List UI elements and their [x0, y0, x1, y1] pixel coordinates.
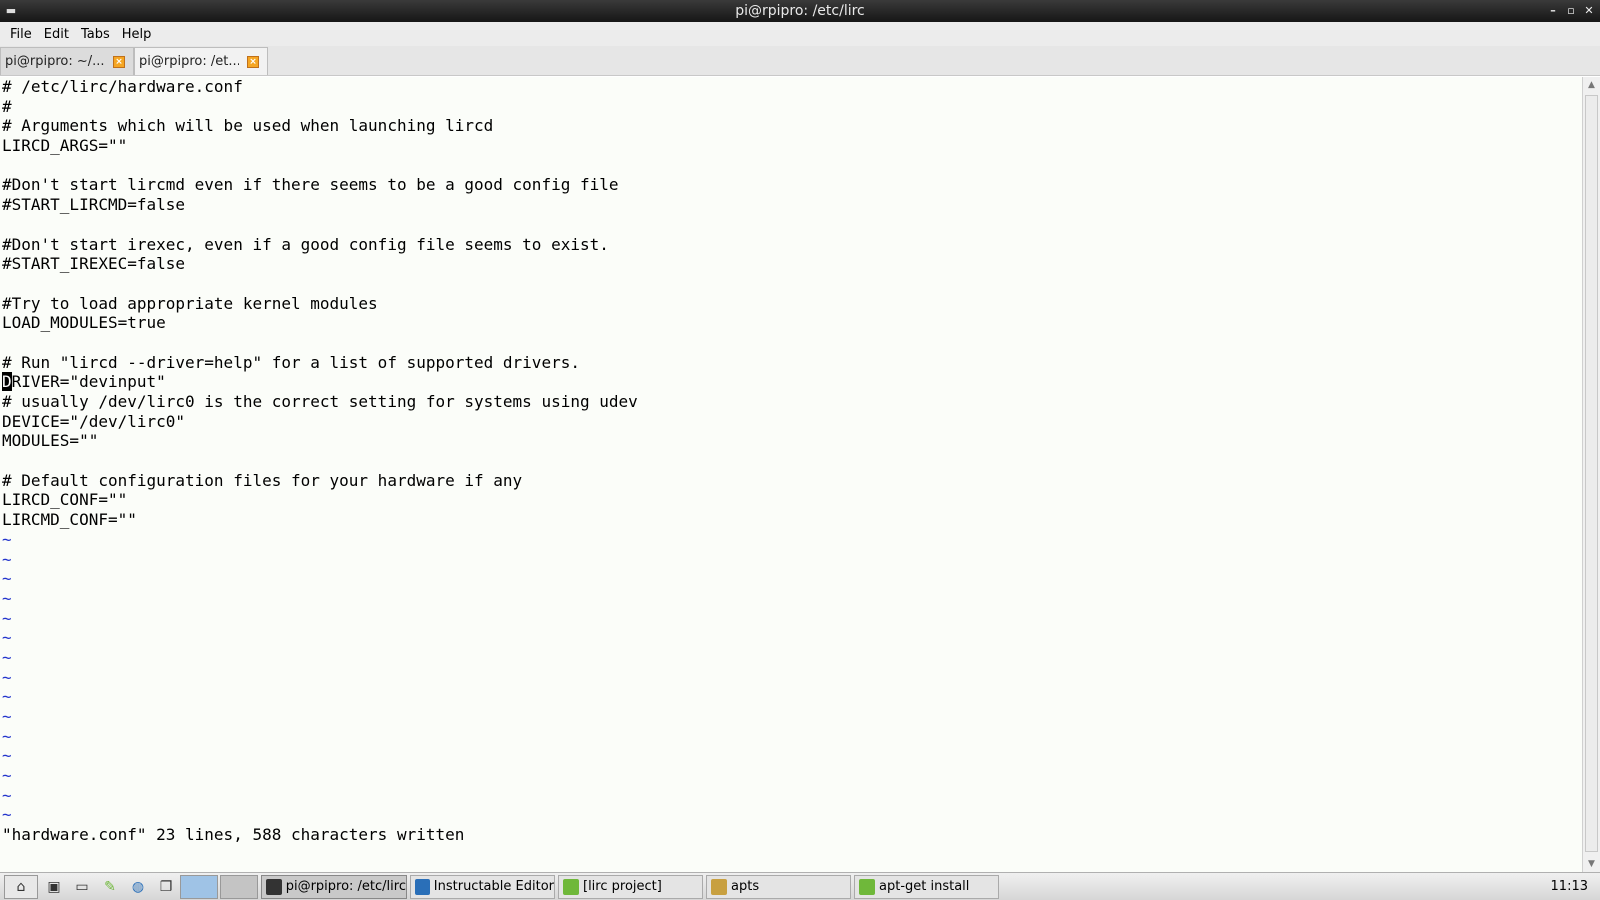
task-label: [lirc project]: [583, 879, 662, 894]
tab-close-icon[interactable]: ×: [113, 56, 125, 68]
terminal-line: # Default configuration files for your h…: [2, 470, 523, 490]
task-label: apt-get install: [879, 879, 970, 894]
terminal-output[interactable]: # /etc/lirc/hardware.conf # # Arguments wh…: [0, 77, 1582, 872]
clock: 11:13: [1550, 879, 1588, 894]
close-icon[interactable]: ✕: [1582, 4, 1596, 18]
terminal-line: # Run "lircd --driver=help" for a list o…: [2, 352, 580, 372]
task-label: pi@rpipro: /etc/lirc: [285, 879, 406, 894]
empty-line-tilde: ~: [2, 766, 12, 786]
tab-bar: pi@rpipro: ~/... × pi@rpipro: /et... ×: [0, 46, 1600, 76]
tab-label: pi@rpipro: /et...: [139, 54, 239, 69]
tab-close-icon[interactable]: ×: [247, 56, 259, 68]
terminal-scrollbar[interactable]: ▲ ▼: [1582, 77, 1600, 872]
taskbar-task[interactable]: Instructable Editor: [410, 874, 555, 899]
empty-line-tilde: ~: [2, 588, 12, 608]
window-controls: – ▫ ✕: [1546, 0, 1596, 22]
task-label: apts: [731, 879, 760, 894]
taskbar-task[interactable]: apt-get install: [854, 874, 999, 899]
tab-label: pi@rpipro: ~/...: [5, 54, 105, 69]
text-cursor: D: [2, 372, 12, 392]
terminal-line: LOAD_MODULES=true: [2, 313, 166, 333]
window-menu-icon[interactable]: ▬: [4, 4, 18, 18]
empty-line-tilde: ~: [2, 628, 12, 648]
task-label: Instructable Editor: [433, 879, 554, 894]
terminal-launcher-icon[interactable]: ▭: [70, 875, 94, 899]
menu-help[interactable]: Help: [116, 27, 158, 42]
terminal-line: #Try to load appropriate kernel modules: [2, 293, 378, 313]
terminal-line: #Don't start lircmd even if there seems …: [2, 175, 619, 195]
empty-line-tilde: ~: [2, 687, 12, 707]
terminal-line: # usually /dev/lirc0 is the correct sett…: [2, 392, 638, 411]
menu-file[interactable]: File: [4, 27, 38, 42]
window-title: pi@rpipro: /etc/lirc: [735, 3, 865, 19]
empty-line-tilde: ~: [2, 569, 12, 589]
empty-line-tilde: ~: [2, 647, 12, 667]
terminal-line: #START_IREXEC=false: [2, 254, 186, 274]
leafpad-icon: [563, 878, 579, 895]
vi-status-line: "hardware.conf" 23 lines, 588 characters…: [2, 825, 465, 845]
terminal-line: LIRCD_CONF="": [2, 490, 128, 510]
terminal-line: # Arguments which will be used when laun…: [2, 116, 494, 136]
terminal-line: #: [2, 96, 12, 116]
browser-icon: [415, 878, 430, 895]
start-menu-icon[interactable]: ⌂: [4, 874, 38, 899]
empty-line-tilde: ~: [2, 785, 12, 805]
menu-edit[interactable]: Edit: [38, 27, 75, 42]
empty-line-tilde: ~: [2, 608, 12, 628]
menu-tabs[interactable]: Tabs: [75, 27, 116, 42]
taskbar: ⌂ ▣ ▭ ✎ ◍ ❐ pi@rpipro: /etc/lirc Instruct…: [0, 872, 1600, 900]
minimize-icon[interactable]: –: [1546, 4, 1560, 18]
leafpad-launcher-icon[interactable]: ✎: [98, 875, 122, 899]
terminal-line: # /etc/lirc/hardware.conf: [2, 77, 243, 96]
empty-line-tilde: ~: [2, 549, 12, 569]
empty-line-tilde: ~: [2, 746, 12, 766]
taskbar-task[interactable]: [lirc project]: [558, 874, 703, 899]
menu-bar: File Edit Tabs Help: [0, 22, 1600, 46]
terminal-line: DRIVER="devinput": [2, 372, 166, 392]
scroll-thumb[interactable]: [1585, 95, 1598, 852]
file-manager-icon[interactable]: ▣: [42, 875, 66, 899]
folder-icon: [711, 878, 727, 895]
window-titlebar[interactable]: ▬ pi@rpipro: /etc/lirc – ▫ ✕: [0, 0, 1600, 22]
terminal-line: MODULES="": [2, 431, 99, 451]
empty-line-tilde: ~: [2, 805, 12, 825]
terminal-line: #Don't start irexec, even if a good conf…: [2, 234, 609, 254]
taskbar-task[interactable]: apts: [706, 874, 851, 899]
empty-line-tilde: ~: [2, 726, 12, 746]
terminal-line: LIRCMD_CONF="": [2, 510, 137, 530]
scroll-down-arrow-icon[interactable]: ▼: [1583, 856, 1600, 872]
terminal-icon: [266, 878, 282, 895]
empty-line-tilde: ~: [2, 667, 12, 687]
desktop-1[interactable]: [180, 874, 218, 899]
scroll-up-arrow-icon[interactable]: ▲: [1583, 77, 1600, 93]
tab-terminal-lirc[interactable]: pi@rpipro: /et... ×: [134, 47, 268, 75]
window-switcher-icon[interactable]: ❐: [154, 875, 178, 899]
tab-terminal-home[interactable]: pi@rpipro: ~/... ×: [0, 47, 134, 75]
leafpad-icon: [859, 878, 875, 895]
terminal-line: LIRCD_ARGS="": [2, 136, 128, 156]
browser-launcher-icon[interactable]: ◍: [126, 875, 150, 899]
terminal-line: DEVICE="/dev/lirc0": [2, 411, 186, 431]
taskbar-task[interactable]: pi@rpipro: /etc/lirc: [261, 874, 407, 899]
empty-line-tilde: ~: [2, 529, 12, 549]
empty-line-tilde: ~: [2, 707, 12, 726]
maximize-icon[interactable]: ▫: [1564, 4, 1578, 18]
desktop-2[interactable]: [220, 874, 258, 899]
task-list: pi@rpipro: /etc/lirc Instructable Editor […: [258, 874, 999, 899]
terminal-line: #START_LIRCMD=false: [2, 195, 186, 215]
